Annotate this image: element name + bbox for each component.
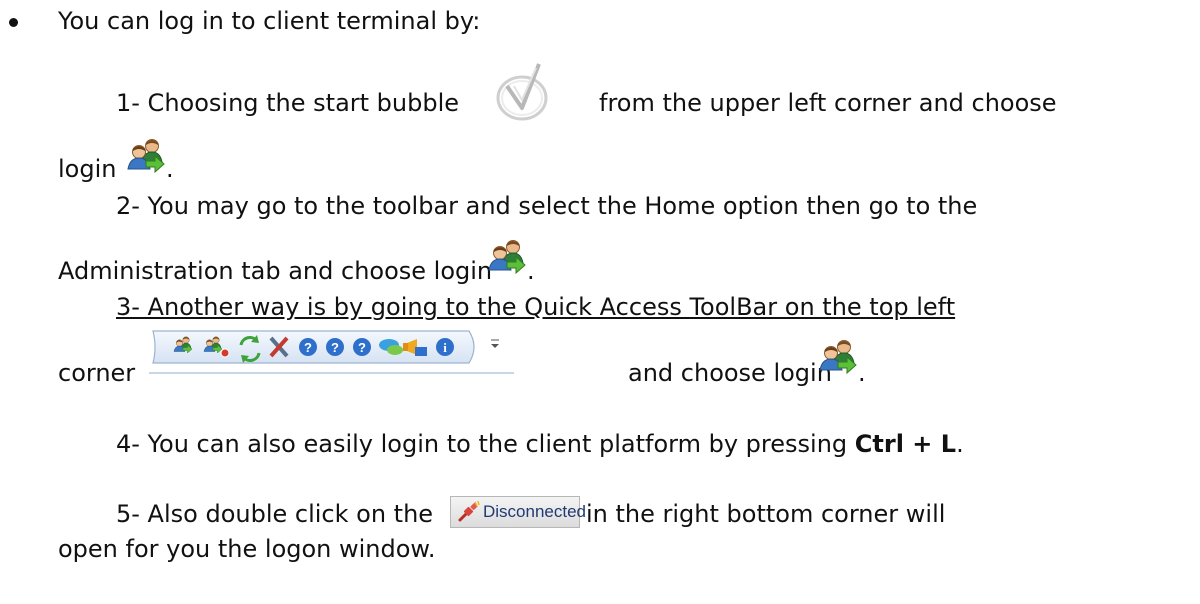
step3-text-b: corner [58, 359, 136, 387]
svg-text:?: ? [358, 340, 366, 355]
svg-text:?: ? [331, 340, 339, 355]
step2-period: . [527, 257, 535, 285]
step4-text-a: 4- You can also easily login to the clie… [116, 430, 848, 458]
help-icon: ? [353, 338, 371, 356]
step3-text-a: 3- Another way is by going to the Quick … [116, 293, 956, 321]
disconnected-plug-icon [458, 501, 480, 522]
step5-text-b: in the right bottom corner will [586, 500, 946, 528]
start-bubble-icon [496, 63, 548, 121]
step1-text-a: 1- Choosing the start bubble [116, 89, 460, 117]
step1-text-b: from the upper left corner and choose [599, 89, 1057, 117]
intro-text: You can log in to client terminal by: [58, 7, 481, 35]
step5-text-c: open for you the logon window. [58, 535, 436, 563]
svg-text:?: ? [304, 340, 312, 355]
bullet-dot [9, 18, 18, 27]
step4-period: . [956, 430, 964, 458]
step2-text-a: 2- You may go to the toolbar and select … [116, 192, 978, 220]
login-icon [819, 340, 857, 374]
step3-period: . [858, 359, 866, 387]
disconnected-label: Disconnected [483, 502, 587, 521]
step1-period: . [166, 155, 174, 183]
step1-text-c: login [58, 155, 117, 183]
step4-shortcut: Ctrl + L [854, 430, 957, 458]
step4-line: 4- You can also easily login to the clie… [116, 429, 964, 459]
disconnected-status-badge: Disconnected [450, 496, 586, 528]
login-icon [488, 240, 526, 274]
help-icon: ? [299, 338, 317, 356]
help-icon: ? [326, 338, 344, 356]
quick-access-toolbar: ? ? ? i [149, 327, 514, 378]
info-icon: i [436, 338, 454, 356]
login-icon [127, 139, 165, 173]
step5-text-a: 5- Also double click on the [116, 500, 434, 528]
svg-text:i: i [443, 340, 447, 355]
document-page: { "intro": "You can log in to client ter… [0, 0, 1200, 604]
step2-text-b: Administration tab and choose login [58, 257, 493, 285]
step3-text-c: and choose login [628, 359, 832, 387]
